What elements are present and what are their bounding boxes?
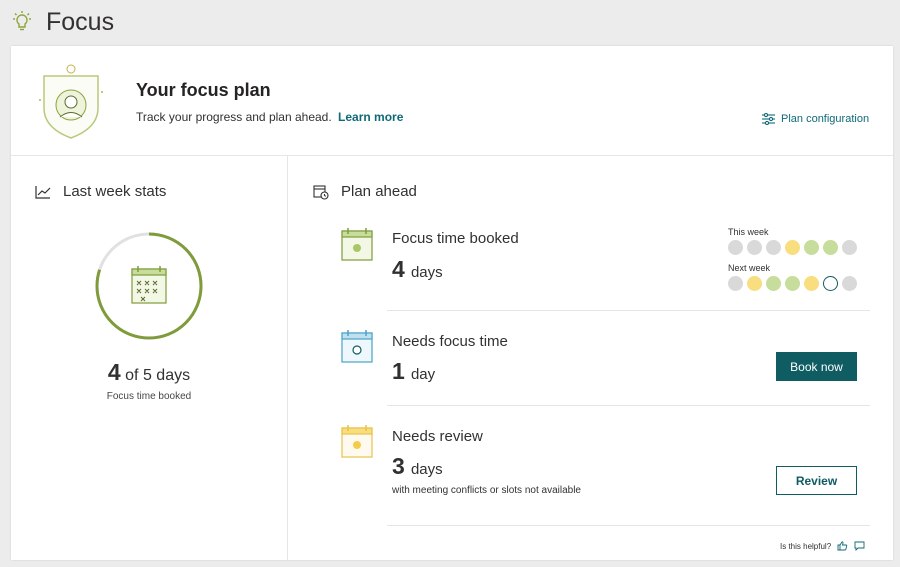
calendar-check-icon	[131, 266, 167, 304]
this-week-day-dots	[728, 240, 861, 255]
day-dot-booked	[766, 276, 781, 291]
focus-progress-ring	[95, 232, 203, 340]
day-dot-needs-review	[747, 276, 762, 291]
day-dot-empty	[842, 276, 857, 291]
plan-configuration-link[interactable]: Plan configuration	[762, 113, 869, 125]
feedback-bar: Is this helpful?	[780, 541, 865, 551]
page-header: Focus	[10, 6, 114, 38]
last-week-booked-count: 4	[107, 359, 121, 385]
plan-configuration-label: Plan configuration	[781, 113, 870, 125]
lightbulb-icon	[13, 11, 31, 31]
day-dot-empty	[728, 276, 743, 291]
focus-time-booked-row: Focus time booked 4 days This week Next …	[341, 214, 870, 311]
row-title: Needs focus time	[392, 333, 508, 350]
day-dot-needs-focus	[823, 276, 838, 291]
day-dot-booked	[804, 240, 819, 255]
day-dot-empty	[747, 240, 762, 255]
last-week-booked-summary: 4 of 5 days	[11, 359, 287, 386]
this-week-label: This week	[728, 227, 769, 237]
day-dot-needs-review	[785, 240, 800, 255]
calendar-needs-focus-icon	[341, 330, 373, 363]
day-dot-booked	[823, 240, 838, 255]
plan-subtitle-text: Track your progress and plan ahead.	[136, 110, 332, 124]
row-value: 4 days	[392, 256, 443, 283]
review-button[interactable]: Review	[776, 466, 857, 495]
row-note: with meeting conflicts or slots not avai…	[392, 485, 581, 496]
calendar-clock-icon	[313, 184, 329, 200]
day-dot-empty	[842, 240, 857, 255]
thumbs-up-icon[interactable]	[837, 541, 848, 551]
row-value: 1 day	[392, 358, 435, 385]
book-now-button[interactable]: Book now	[776, 352, 857, 381]
calendar-needs-review-icon	[341, 425, 373, 458]
feedback-label: Is this helpful?	[780, 541, 832, 551]
next-week-label: Next week	[728, 263, 771, 273]
plan-subtitle: Track your progress and plan ahead. Lear…	[136, 110, 403, 124]
focus-shield-illustration	[39, 64, 103, 139]
row-title: Needs review	[392, 428, 483, 445]
row-value-unit: days	[410, 461, 443, 478]
last-week-stats-label: Last week stats	[63, 183, 167, 200]
row-title: Focus time booked	[392, 230, 519, 247]
last-week-stats-title: Last week stats	[35, 183, 166, 200]
day-dot-needs-review	[804, 276, 819, 291]
row-value-number: 1	[392, 358, 405, 384]
row-value-number: 4	[392, 256, 405, 282]
day-dot-booked	[785, 276, 800, 291]
plan-ahead-label: Plan ahead	[341, 183, 417, 200]
row-value: 3 days	[392, 453, 443, 480]
learn-more-link[interactable]: Learn more	[338, 110, 403, 124]
plan-banner: Your focus plan Track your progress and …	[11, 46, 893, 156]
last-week-stats-pane: Last week stats 4 of 5 days Focus time b…	[11, 156, 288, 560]
row-value-unit: days	[410, 264, 443, 281]
last-week-caption: Focus time booked	[106, 391, 192, 402]
page-title: Focus	[46, 7, 115, 36]
row-value-unit: day	[410, 366, 436, 383]
sliders-icon	[762, 113, 775, 125]
next-week-day-dots	[728, 276, 861, 291]
day-dot-empty	[728, 240, 743, 255]
plan-heading: Your focus plan	[136, 80, 271, 100]
chat-feedback-icon[interactable]	[854, 541, 865, 551]
day-dot-empty	[766, 240, 781, 255]
row-value-number: 3	[392, 453, 405, 479]
last-week-of-text: of 5 days	[125, 367, 191, 384]
calendar-booked-icon	[341, 228, 373, 261]
plan-ahead-title: Plan ahead	[313, 183, 417, 200]
focus-plan-card: Your focus plan Track your progress and …	[11, 46, 893, 560]
trend-chart-icon	[35, 185, 51, 199]
